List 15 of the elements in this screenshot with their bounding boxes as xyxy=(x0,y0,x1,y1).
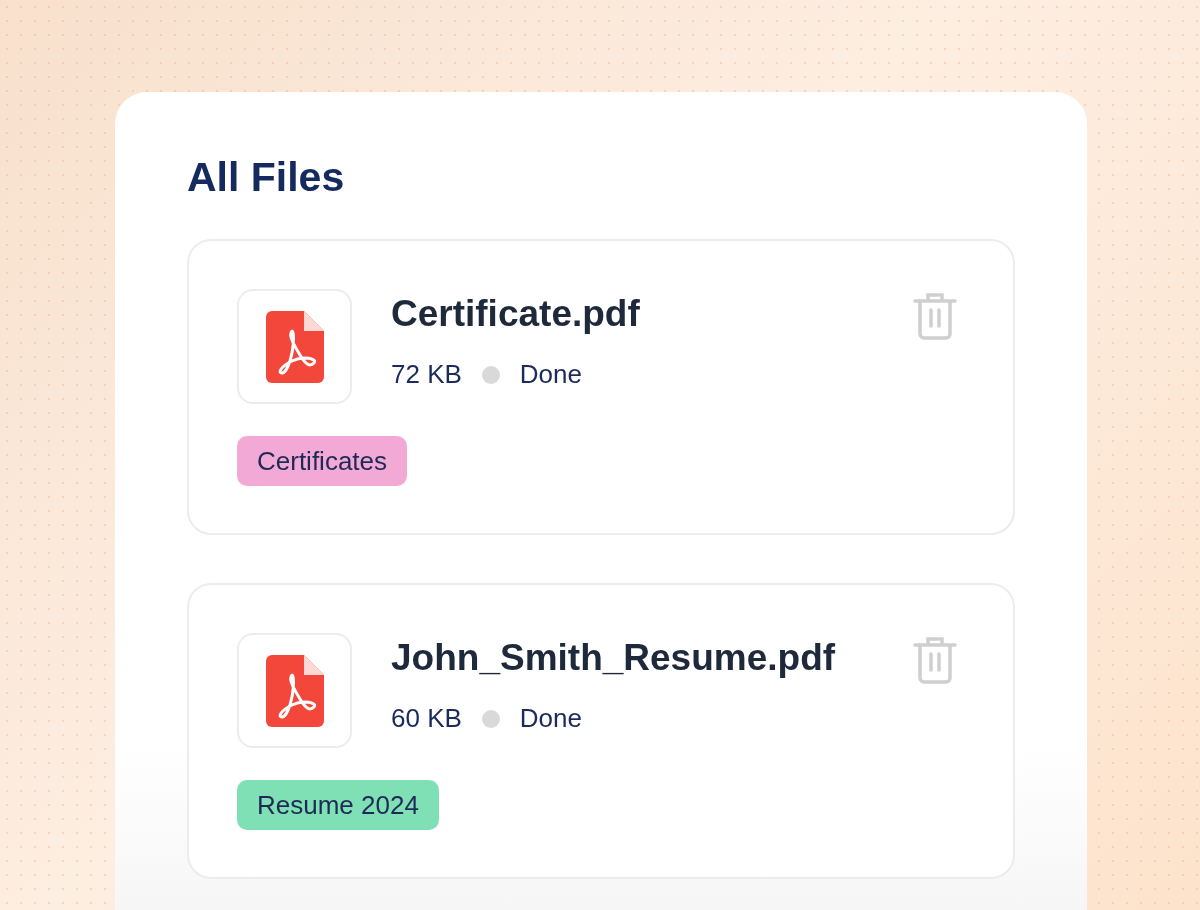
file-name: Certificate.pdf xyxy=(391,293,640,335)
file-name: John_Smith_Resume.pdf xyxy=(391,637,836,679)
file-size: 72 KB xyxy=(391,359,462,390)
status-dot xyxy=(481,709,500,728)
upload-status: Done xyxy=(519,703,582,734)
file-tag: Resume 2024 xyxy=(237,780,439,830)
pdf-file-icon xyxy=(265,654,324,727)
file-tag: Certificates xyxy=(237,436,408,486)
trash-icon[interactable] xyxy=(913,292,957,340)
pdf-file-icon xyxy=(265,310,324,383)
page-title: All Files xyxy=(187,154,345,201)
trash-icon[interactable] xyxy=(913,636,957,684)
upload-status: Done xyxy=(519,359,582,390)
file-size: 60 KB xyxy=(391,703,462,734)
status-dot xyxy=(481,365,500,384)
